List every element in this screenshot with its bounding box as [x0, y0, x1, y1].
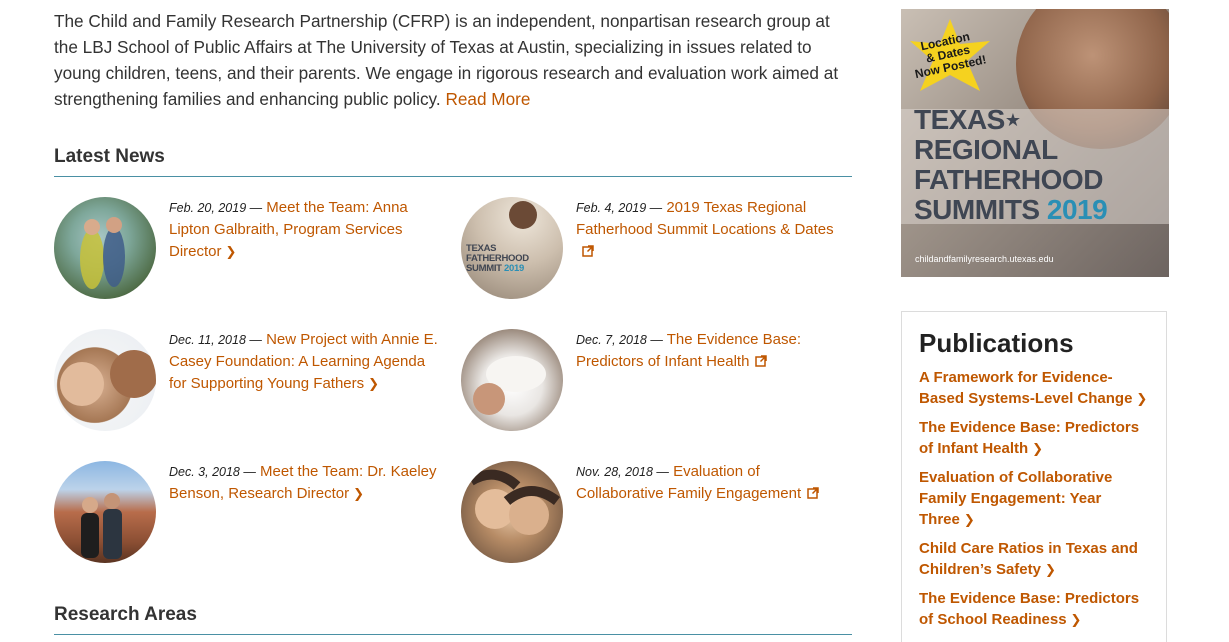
publication-item: Child Care Ratios in Texas and Children’…: [919, 538, 1151, 580]
ad-year: 2019: [1046, 194, 1108, 225]
publication-item: Evaluation of Collaborative Family Engag…: [919, 467, 1151, 530]
news-item: TEXAS FATHERHOOD SUMMIT 2019 Feb. 4, 201…: [461, 197, 861, 307]
news-text: Dec. 7, 2018 — The Evidence Base: Predic…: [576, 329, 851, 374]
news-date: Dec. 3, 2018 —: [169, 465, 256, 479]
publication-link[interactable]: The Evidence Base: Predictors of School …: [919, 590, 1139, 628]
chevron-right-icon: ❯: [353, 486, 364, 501]
page: The Child and Family Research Partnershi…: [0, 0, 1229, 642]
external-link-icon: [807, 484, 819, 506]
ad-title: TEXAS★ REGIONAL FATHERHOOD SUMMITS 2019: [914, 104, 1108, 225]
read-more-link[interactable]: Read More: [445, 89, 530, 109]
news-text: Feb. 20, 2019 — Meet the Team: Anna Lipt…: [169, 197, 444, 263]
publication-link[interactable]: Child Care Ratios in Texas and Children’…: [919, 540, 1138, 578]
news-thumbnail[interactable]: [54, 197, 156, 299]
publications-box: Publications A Framework for Evidence-Ba…: [901, 311, 1167, 642]
chevron-right-icon: ❯: [1032, 441, 1044, 456]
news-date: Dec. 7, 2018 —: [576, 333, 663, 347]
ad-url: childandfamilyresearch.utexas.edu: [915, 254, 1054, 264]
news-item: Nov. 28, 2018 — Evaluation of Collaborat…: [461, 461, 861, 571]
chevron-right-icon: ❯: [368, 376, 380, 391]
chevron-right-icon: ❯: [963, 512, 975, 527]
news-text: Nov. 28, 2018 — Evaluation of Collaborat…: [576, 461, 851, 506]
ad-title-line: TEXAS: [914, 104, 1005, 135]
publication-item: A Framework for Evidence-Based Systems-L…: [919, 367, 1151, 409]
chevron-right-icon: ❯: [225, 244, 237, 259]
news-item: Dec. 7, 2018 — The Evidence Base: Predic…: [461, 329, 861, 439]
news-item: Dec. 11, 2018 — New Project with Annie E…: [54, 329, 454, 439]
fatherhood-summit-ad[interactable]: Location & Dates Now Posted! TEXAS★ REGI…: [901, 9, 1169, 277]
news-text: Feb. 4, 2019 — 2019 Texas Regional Fathe…: [576, 197, 851, 264]
news-text: Dec. 3, 2018 — Meet the Team: Dr. Kaeley…: [169, 461, 444, 505]
texas-star-icon: ★: [1004, 110, 1021, 130]
news-thumbnail[interactable]: [54, 329, 156, 431]
latest-news-heading: Latest News: [54, 146, 852, 177]
external-link-icon: [755, 352, 768, 374]
publication-link[interactable]: The Evidence Base: Predictors of Infant …: [919, 419, 1139, 457]
publication-item: The Evidence Base: Predictors of Infant …: [919, 417, 1151, 459]
publication-item: The Evidence Base: Predictors of School …: [919, 588, 1151, 630]
news-date: Feb. 20, 2019 —: [169, 201, 263, 215]
publication-title: The Evidence Base: Predictors of Infant …: [919, 419, 1140, 457]
news-text: Dec. 11, 2018 — New Project with Annie E…: [169, 329, 444, 395]
chevron-right-icon: ❯: [1044, 562, 1056, 577]
chevron-right-icon: ❯: [1070, 612, 1082, 627]
news-item: Feb. 20, 2019 — Meet the Team: Anna Lipt…: [54, 197, 454, 307]
news-thumbnail[interactable]: TEXAS FATHERHOOD SUMMIT 2019: [461, 197, 563, 299]
publication-link[interactable]: Evaluation of Collaborative Family Engag…: [919, 469, 1112, 528]
news-thumbnail[interactable]: [461, 461, 563, 563]
news-thumbnail[interactable]: [54, 461, 156, 563]
summit-thumb-text: TEXAS FATHERHOOD SUMMIT 2019: [466, 244, 529, 274]
publications-list: A Framework for Evidence-Based Systems-L…: [919, 367, 1151, 638]
chevron-right-icon: ❯: [1136, 391, 1148, 406]
publication-title: The Evidence Base: Predictors of School …: [919, 590, 1140, 628]
ad-title-line: REGIONAL: [914, 134, 1058, 165]
publication-title: Child Care Ratios in Texas and Children’…: [919, 540, 1138, 578]
research-areas-heading: Research Areas: [54, 604, 852, 635]
news-date: Nov. 28, 2018 —: [576, 465, 669, 479]
news-item: Dec. 3, 2018 — Meet the Team: Dr. Kaeley…: [54, 461, 454, 571]
news-date: Feb. 4, 2019 —: [576, 201, 663, 215]
publication-title: A Framework for Evidence-Based Systems-L…: [919, 369, 1133, 407]
news-thumbnail[interactable]: [461, 329, 563, 431]
news-date: Dec. 11, 2018 —: [169, 333, 262, 347]
thumb-text-line: SUMMIT: [466, 263, 502, 274]
thumb-year: 2019: [504, 263, 524, 274]
external-link-icon: [582, 242, 594, 264]
intro-paragraph: The Child and Family Research Partnershi…: [54, 8, 854, 112]
publication-title: Evaluation of Collaborative Family Engag…: [919, 469, 1113, 528]
ad-title-line: FATHERHOOD: [914, 164, 1103, 195]
publications-heading: Publications: [919, 328, 1074, 358]
publication-link[interactable]: A Framework for Evidence-Based Systems-L…: [919, 369, 1147, 407]
ad-title-line: SUMMITS: [914, 194, 1040, 225]
